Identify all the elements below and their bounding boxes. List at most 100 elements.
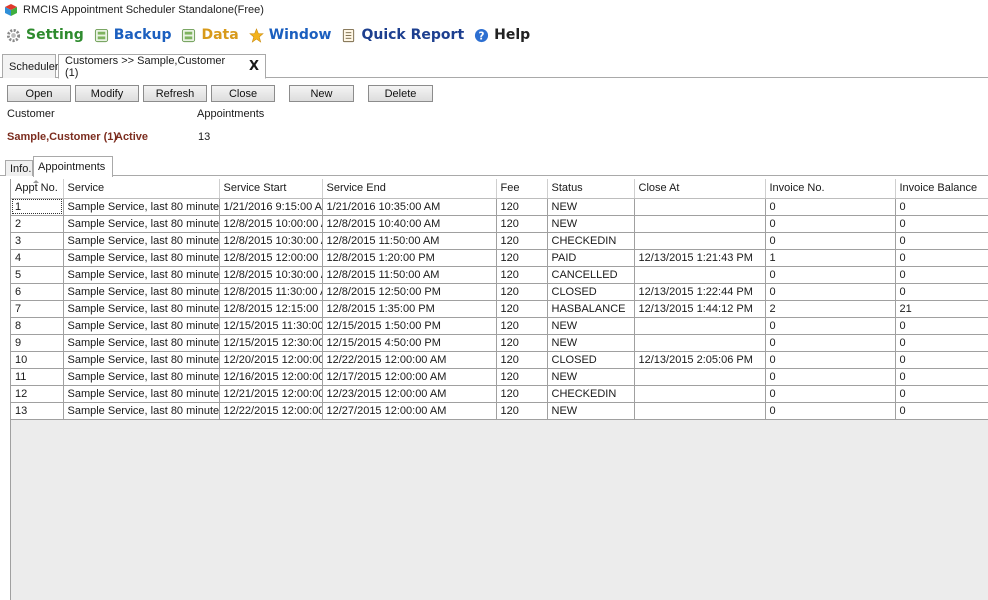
cell-service-start[interactable]: 12/15/2015 11:30:00 AM xyxy=(219,317,323,335)
cell-status[interactable]: NEW xyxy=(547,402,635,420)
table-row[interactable]: 9 Sample Service, last 80 minutes 12/15/20… xyxy=(11,334,988,352)
cell-service-end[interactable]: 1/21/2016 10:35:00 AM xyxy=(322,198,497,216)
cell-appt-no[interactable]: 7 xyxy=(11,300,64,318)
cell-invoice-no[interactable]: 0 xyxy=(765,215,896,233)
cell-service[interactable]: Sample Service, last 80 minutes xyxy=(63,334,220,352)
menu-help[interactable]: ? Help xyxy=(474,27,530,43)
cell-service-end[interactable]: 12/8/2015 10:40:00 AM xyxy=(322,215,497,233)
cell-invoice-balance[interactable]: 0 xyxy=(895,283,988,301)
cell-service-start[interactable]: 12/21/2015 12:00:00 AM xyxy=(219,385,323,403)
cell-service-end[interactable]: 12/15/2015 4:50:00 PM xyxy=(322,334,497,352)
table-row[interactable]: 7 Sample Service, last 80 minutes 12/8/201… xyxy=(11,300,988,318)
column-header-fee[interactable]: Fee xyxy=(496,179,548,199)
table-row[interactable]: 1 Sample Service, last 80 minutes 1/21/201… xyxy=(11,198,988,216)
cell-invoice-balance[interactable]: 0 xyxy=(895,351,988,369)
cell-close-at[interactable] xyxy=(634,232,766,250)
column-header-invoice-balance[interactable]: Invoice Balance xyxy=(895,179,988,199)
cell-appt-no[interactable]: 6 xyxy=(11,283,64,301)
cell-close-at[interactable] xyxy=(634,402,766,420)
cell-service[interactable]: Sample Service, last 80 minutes xyxy=(63,402,220,420)
cell-appt-no[interactable]: 4 xyxy=(11,249,64,267)
open-button[interactable]: Open xyxy=(7,85,71,102)
cell-invoice-no[interactable]: 0 xyxy=(765,283,896,301)
cell-fee[interactable]: 120 xyxy=(496,215,548,233)
cell-service-start[interactable]: 12/22/2015 12:00:00 AM xyxy=(219,402,323,420)
cell-close-at[interactable] xyxy=(634,368,766,386)
cell-appt-no[interactable]: 9 xyxy=(11,334,64,352)
cell-appt-no[interactable]: 5 xyxy=(11,266,64,284)
tab-scheduler[interactable]: Scheduler xyxy=(2,54,59,78)
cell-status[interactable]: NEW xyxy=(547,334,635,352)
tab-info[interactable]: Info. xyxy=(5,160,33,176)
cell-service[interactable]: Sample Service, last 80 minutes xyxy=(63,351,220,369)
cell-service-start[interactable]: 1/21/2016 9:15:00 AM xyxy=(219,198,323,216)
cell-service-end[interactable]: 12/8/2015 11:50:00 AM xyxy=(322,266,497,284)
cell-invoice-balance[interactable]: 0 xyxy=(895,215,988,233)
cell-invoice-balance[interactable]: 0 xyxy=(895,368,988,386)
cell-service-end[interactable]: 12/8/2015 11:50:00 AM xyxy=(322,232,497,250)
appointments-grid[interactable]: Appt No. Service Service Start Service End F… xyxy=(10,179,988,600)
cell-status[interactable]: NEW xyxy=(547,198,635,216)
menu-backup[interactable]: Backup xyxy=(94,27,171,43)
modify-button[interactable]: Modify xyxy=(75,85,139,102)
close-tab-button[interactable]: X xyxy=(249,59,259,74)
cell-invoice-no[interactable]: 0 xyxy=(765,198,896,216)
cell-appt-no[interactable]: 2 xyxy=(11,215,64,233)
cell-appt-no[interactable]: 13 xyxy=(11,402,64,420)
cell-invoice-balance[interactable]: 0 xyxy=(895,317,988,335)
cell-invoice-balance[interactable]: 21 xyxy=(895,300,988,318)
cell-appt-no[interactable]: 1 xyxy=(11,198,64,216)
cell-service-start[interactable]: 12/15/2015 12:30:00 PM xyxy=(219,334,323,352)
cell-invoice-balance[interactable]: 0 xyxy=(895,266,988,284)
menu-window[interactable]: Window xyxy=(248,27,331,43)
cell-fee[interactable]: 120 xyxy=(496,317,548,335)
cell-status[interactable]: CLOSED xyxy=(547,351,635,369)
cell-invoice-balance[interactable]: 0 xyxy=(895,402,988,420)
cell-invoice-no[interactable]: 0 xyxy=(765,232,896,250)
cell-fee[interactable]: 120 xyxy=(496,283,548,301)
cell-status[interactable]: CANCELLED xyxy=(547,266,635,284)
cell-service-end[interactable]: 12/15/2015 1:50:00 PM xyxy=(322,317,497,335)
cell-appt-no[interactable]: 10 xyxy=(11,351,64,369)
cell-invoice-balance[interactable]: 0 xyxy=(895,385,988,403)
cell-close-at[interactable]: 12/13/2015 2:05:06 PM xyxy=(634,351,766,369)
menu-setting[interactable]: Setting xyxy=(6,27,84,43)
refresh-button[interactable]: Refresh xyxy=(143,85,207,102)
cell-service-start[interactable]: 12/16/2015 12:00:00 AM xyxy=(219,368,323,386)
table-row[interactable]: 13 Sample Service, last 80 minutes 12/22/2… xyxy=(11,402,988,420)
cell-close-at[interactable] xyxy=(634,334,766,352)
cell-close-at[interactable] xyxy=(634,215,766,233)
cell-service-end[interactable]: 12/8/2015 12:50:00 PM xyxy=(322,283,497,301)
column-header-appt-no[interactable]: Appt No. xyxy=(11,179,64,199)
cell-service[interactable]: Sample Service, last 80 minutes xyxy=(63,198,220,216)
cell-invoice-balance[interactable]: 0 xyxy=(895,334,988,352)
cell-invoice-no[interactable]: 0 xyxy=(765,368,896,386)
cell-status[interactable]: NEW xyxy=(547,368,635,386)
cell-service-start[interactable]: 12/8/2015 11:30:00 AM xyxy=(219,283,323,301)
column-header-service[interactable]: Service xyxy=(63,179,220,199)
cell-close-at[interactable] xyxy=(634,317,766,335)
cell-service[interactable]: Sample Service, last 80 minutes xyxy=(63,283,220,301)
tab-appointments[interactable]: Appointments xyxy=(33,156,113,177)
cell-close-at[interactable]: 12/13/2015 1:21:43 PM xyxy=(634,249,766,267)
cell-service-start[interactable]: 12/8/2015 12:00:00 PM xyxy=(219,249,323,267)
cell-appt-no[interactable]: 8 xyxy=(11,317,64,335)
menu-quick-report[interactable]: Quick Report xyxy=(341,27,464,43)
cell-service[interactable]: Sample Service, last 80 minutes xyxy=(63,385,220,403)
column-header-status[interactable]: Status xyxy=(547,179,635,199)
cell-service-end[interactable]: 12/22/2015 12:00:00 AM xyxy=(322,351,497,369)
table-row[interactable]: 10 Sample Service, last 80 minutes 12/20/2… xyxy=(11,351,988,369)
cell-service[interactable]: Sample Service, last 80 minutes xyxy=(63,249,220,267)
table-row[interactable]: 12 Sample Service, last 80 minutes 12/21/2… xyxy=(11,385,988,403)
table-row[interactable]: 3 Sample Service, last 80 minutes 12/8/201… xyxy=(11,232,988,250)
column-header-invoice-no[interactable]: Invoice No. xyxy=(765,179,896,199)
cell-service-start[interactable]: 12/8/2015 10:30:00 AM xyxy=(219,232,323,250)
cell-invoice-no[interactable]: 0 xyxy=(765,351,896,369)
cell-invoice-no[interactable]: 0 xyxy=(765,266,896,284)
cell-fee[interactable]: 120 xyxy=(496,368,548,386)
cell-invoice-no[interactable]: 0 xyxy=(765,402,896,420)
cell-close-at[interactable]: 12/13/2015 1:44:12 PM xyxy=(634,300,766,318)
new-button[interactable]: New xyxy=(289,85,354,102)
cell-fee[interactable]: 120 xyxy=(496,385,548,403)
cell-service[interactable]: Sample Service, last 80 minutes xyxy=(63,266,220,284)
